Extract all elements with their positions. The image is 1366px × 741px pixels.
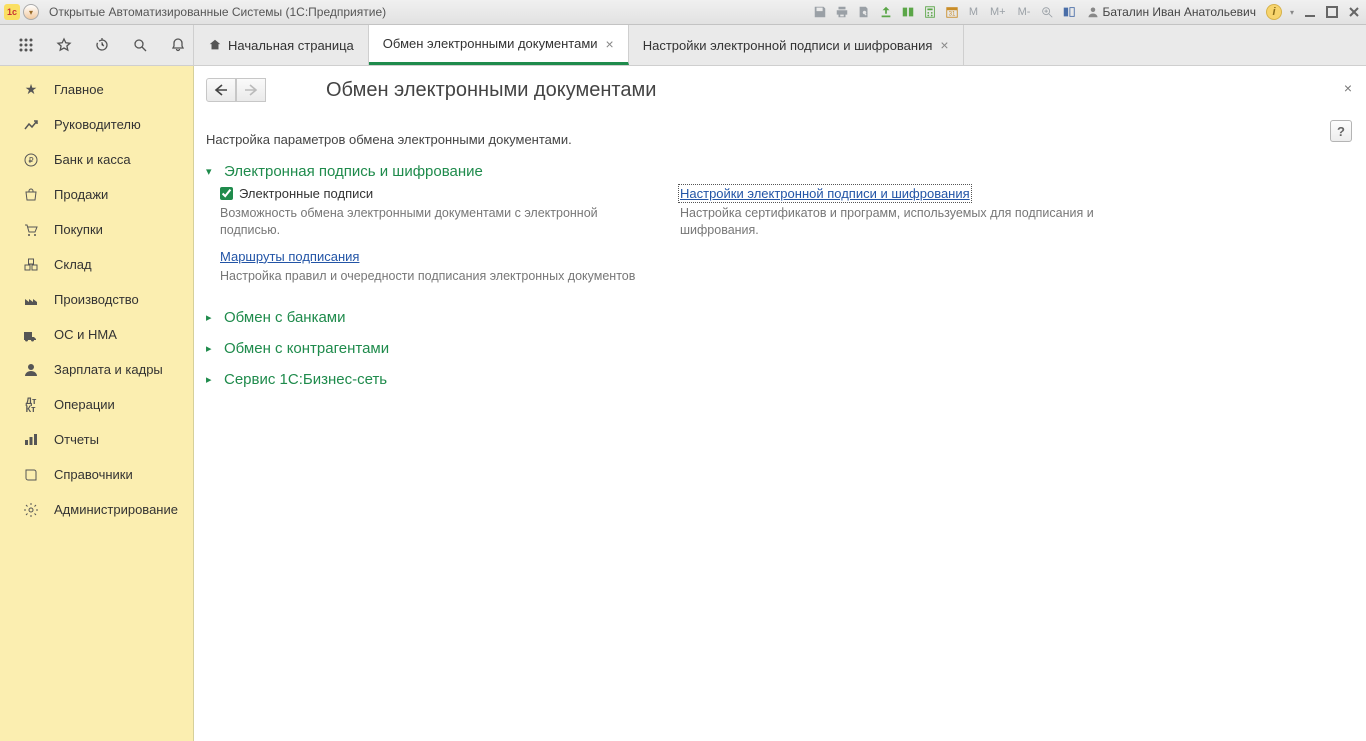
- tabs: Начальная страница Обмен электронными до…: [194, 25, 964, 65]
- electronic-signatures-checkbox[interactable]: [220, 187, 233, 200]
- toolbar: Начальная страница Обмен электронными до…: [0, 25, 1366, 66]
- signature-settings-link[interactable]: Настройки электронной подписи и шифрован…: [680, 186, 970, 201]
- panels-icon[interactable]: [1061, 4, 1077, 20]
- chevron-right-icon: ▸: [206, 373, 218, 386]
- info-icon[interactable]: i: [1266, 4, 1282, 20]
- bag-icon: [22, 186, 40, 204]
- tab-exchange[interactable]: Обмен электронными документами ×: [369, 25, 629, 65]
- sidebar-item-purchases[interactable]: Покупки: [0, 212, 193, 247]
- star-icon: ★: [22, 81, 40, 99]
- section-signature-title: Электронная подпись и шифрование: [224, 163, 483, 180]
- search-icon[interactable]: [130, 35, 150, 55]
- calculator-icon[interactable]: [922, 4, 938, 20]
- print-icon[interactable]: [834, 4, 850, 20]
- sidebar-item-production[interactable]: Производство: [0, 282, 193, 317]
- app-logo-icon: 1c: [4, 4, 20, 20]
- dtkt-icon: ДтКт: [22, 396, 40, 414]
- person-icon: [22, 361, 40, 379]
- history-icon[interactable]: [92, 35, 112, 55]
- page-title: Обмен электронными документами: [326, 79, 656, 102]
- tab-signature-settings-label: Настройки электронной подписи и шифрован…: [643, 38, 933, 53]
- tab-home[interactable]: Начальная страница: [194, 25, 369, 65]
- notifications-bell-icon[interactable]: [168, 35, 188, 55]
- toolbar-left: [0, 25, 194, 65]
- electronic-signatures-label: Электронные подписи: [239, 186, 373, 201]
- sidebar-item-hr[interactable]: Зарплата и кадры: [0, 352, 193, 387]
- section-business-network-header[interactable]: ▸ Сервис 1С:Бизнес-сеть: [206, 371, 1348, 388]
- window-title: Открытые Автоматизированные Системы (1С:…: [49, 5, 386, 19]
- nav-forward-button[interactable]: [236, 78, 266, 102]
- signature-settings-desc: Настройка сертификатов и программ, испол…: [680, 205, 1100, 239]
- close-window-button[interactable]: [1346, 5, 1362, 19]
- section-banks-title: Обмен с банками: [224, 309, 346, 326]
- chevron-down-icon: ▾: [206, 165, 218, 178]
- maximize-button[interactable]: [1324, 5, 1340, 19]
- memory-mminus-button[interactable]: M-: [1015, 6, 1034, 18]
- titlebar: 1c ▾ Открытые Автоматизированные Системы…: [0, 0, 1366, 25]
- chevron-right-icon: ▸: [206, 342, 218, 355]
- ruble-icon: ₽: [22, 151, 40, 169]
- sidebar: ★Главное Руководителю ₽Банк и касса Прод…: [0, 66, 194, 741]
- sidebar-item-main[interactable]: ★Главное: [0, 72, 193, 107]
- section-signature-header[interactable]: ▾ Электронная подпись и шифрование: [206, 163, 1348, 180]
- section-counterparties-header[interactable]: ▸ Обмен с контрагентами: [206, 340, 1348, 357]
- page-close-icon[interactable]: ×: [1344, 80, 1352, 96]
- memory-m-button[interactable]: M: [966, 6, 981, 18]
- zoom-icon[interactable]: [1039, 4, 1055, 20]
- cart-icon: [22, 221, 40, 239]
- help-button[interactable]: ?: [1330, 120, 1352, 142]
- tab-signature-settings[interactable]: Настройки электронной подписи и шифрован…: [629, 25, 964, 65]
- home-icon: [208, 38, 222, 52]
- main-content: × Обмен электронными документами Настрой…: [194, 66, 1366, 741]
- sidebar-item-operations[interactable]: ДтКтОперации: [0, 387, 193, 422]
- factory-icon: [22, 291, 40, 309]
- bars-icon: [22, 431, 40, 449]
- svg-text:₽: ₽: [28, 156, 33, 165]
- memory-mplus-button[interactable]: M+: [987, 6, 1009, 18]
- sidebar-item-catalogs[interactable]: Справочники: [0, 457, 193, 492]
- tab-signature-settings-close-icon[interactable]: ×: [940, 37, 948, 53]
- sidebar-item-bank[interactable]: ₽Банк и касса: [0, 142, 193, 177]
- gear-icon: [22, 501, 40, 519]
- titlebar-tool-icons: 31 M M+ M- Баталин Иван Анатольевич i ▾: [812, 4, 1362, 20]
- tab-exchange-close-icon[interactable]: ×: [606, 36, 614, 52]
- sidebar-item-administration[interactable]: Администрирование: [0, 492, 193, 527]
- document-search-icon[interactable]: [856, 4, 872, 20]
- sidebar-item-reports[interactable]: Отчеты: [0, 422, 193, 457]
- book-icon: [22, 466, 40, 484]
- section-counterparties-title: Обмен с контрагентами: [224, 340, 389, 357]
- app-menu-dropdown[interactable]: ▾: [23, 4, 39, 20]
- signing-routes-link[interactable]: Маршруты подписания: [220, 249, 359, 264]
- upload-icon[interactable]: [878, 4, 894, 20]
- boxes-icon: [22, 256, 40, 274]
- favorites-star-icon[interactable]: [54, 35, 74, 55]
- sidebar-item-assets[interactable]: ОС и НМА: [0, 317, 193, 352]
- user-name: Баталин Иван Анатольевич: [1102, 5, 1256, 19]
- sidebar-item-warehouse[interactable]: Склад: [0, 247, 193, 282]
- nav-back-button[interactable]: [206, 78, 236, 102]
- truck-icon: [22, 326, 40, 344]
- chevron-right-icon: ▸: [206, 311, 218, 324]
- user-icon: [1087, 6, 1099, 18]
- tab-exchange-label: Обмен электронными документами: [383, 36, 598, 51]
- info-dropdown-icon[interactable]: ▾: [1288, 4, 1296, 20]
- section-business-network-title: Сервис 1С:Бизнес-сеть: [224, 371, 387, 388]
- electronic-signatures-desc: Возможность обмена электронными документ…: [220, 205, 640, 239]
- sidebar-item-manager[interactable]: Руководителю: [0, 107, 193, 142]
- calendar-icon[interactable]: 31: [944, 4, 960, 20]
- save-icon[interactable]: [812, 4, 828, 20]
- chart-up-icon: [22, 116, 40, 134]
- svg-text:31: 31: [948, 11, 955, 18]
- section-banks-header[interactable]: ▸ Обмен с банками: [206, 309, 1348, 326]
- tab-home-label: Начальная страница: [228, 38, 354, 53]
- apps-grid-icon[interactable]: [16, 35, 36, 55]
- signing-routes-desc: Настройка правил и очередности подписани…: [220, 268, 640, 285]
- page-subtitle: Настройка параметров обмена электронными…: [206, 132, 1348, 147]
- minimize-button[interactable]: [1302, 5, 1318, 19]
- sidebar-item-sales[interactable]: Продажи: [0, 177, 193, 212]
- compare-icon[interactable]: [900, 4, 916, 20]
- user-label[interactable]: Баталин Иван Анатольевич: [1087, 5, 1256, 19]
